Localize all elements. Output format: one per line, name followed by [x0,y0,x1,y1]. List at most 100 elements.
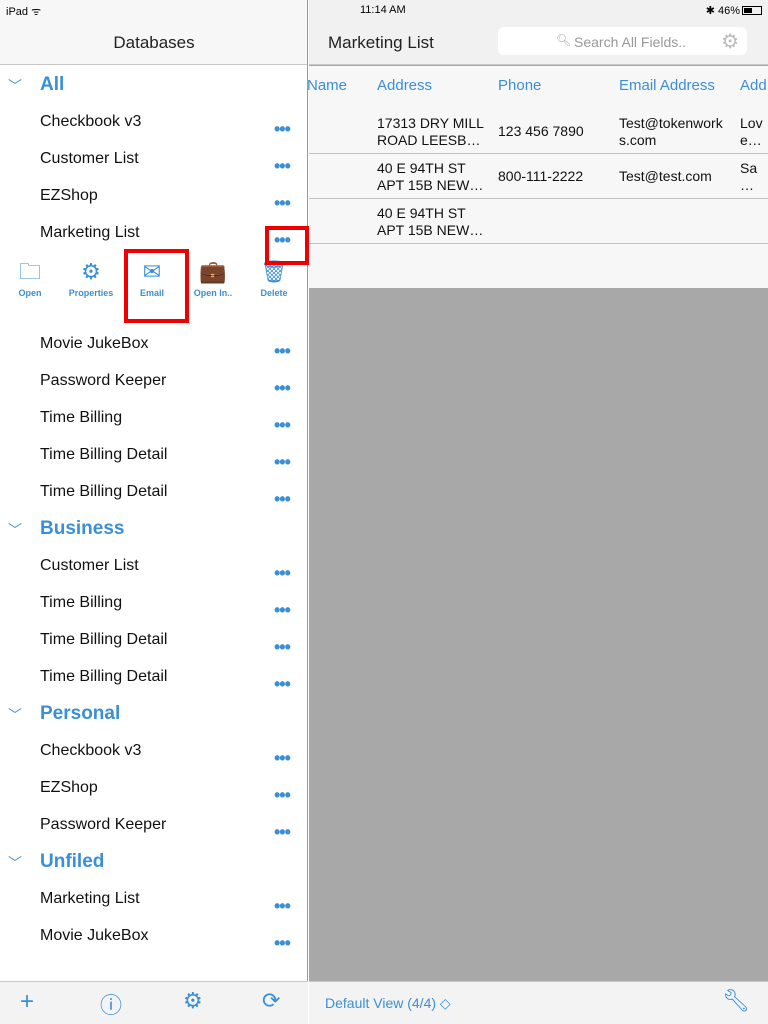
more-icon[interactable]: ••• [274,157,291,175]
list-item[interactable]: Password Keeper ••• [0,806,308,843]
more-icon[interactable]: ••• [274,379,291,397]
clock: 11:14 AM [360,4,406,16]
more-icon[interactable]: ••• [274,490,291,508]
open-button[interactable]: 🗀 Open [0,259,60,298]
records-panel: Marketing List 🔍︎ Search All Fields.. ⚙ … [307,0,768,1024]
table-row[interactable]: 40 E 94TH ST APT 15B NEW… 800-111-2222 Tes… [309,154,768,199]
list-item[interactable]: Checkbook v3 ••• [0,103,308,140]
item-label: Time Billing Detail [40,631,168,648]
list-item[interactable]: Customer List ••• [0,547,308,584]
section-header[interactable]: ﹀ Business [0,510,308,547]
table-cell: 123 456 7890 [498,123,584,139]
column-header-name[interactable]: Name [307,77,347,94]
item-label: Movie JukeBox [40,335,149,352]
more-icon[interactable]: ••• [274,342,291,360]
left-toolbar: + ⓘ ⚙ ⟳ [0,981,308,1024]
battery-icon [742,6,762,15]
action-label: Properties [68,288,114,298]
more-icon[interactable]: ••• [274,786,291,804]
list-item[interactable]: EZShop ••• [0,177,308,214]
table-cell: 40 E 94TH ST APT 15B NEW… [377,205,484,238]
item-label: EZShop [40,779,98,796]
more-icon[interactable]: ••• [274,564,291,582]
database-title: Marketing List [328,33,434,52]
list-item[interactable]: Time Billing ••• [0,584,308,621]
highlight-more [265,226,309,265]
item-label: Marketing List [40,890,140,907]
item-label: Movie JukeBox [40,927,149,944]
section-title: Business [40,518,125,539]
battery-status: ✱ 46% [706,4,762,17]
item-label: Time Billing [40,594,123,611]
item-label: Time Billing Detail [40,446,168,463]
more-icon[interactable]: ••• [274,823,291,841]
wrench-icon[interactable]: 🔧︎ [722,988,750,1014]
gear-icon[interactable]: ⚙ [183,988,203,1014]
list-item[interactable]: Marketing List ••• [0,880,308,917]
list-item[interactable]: Time Billing ••• [0,399,308,436]
more-icon[interactable]: ••• [274,675,291,693]
chevron-down-icon: ﹀ [8,78,22,94]
device-label: iPad ᯤ [6,6,42,18]
item-label: Customer List [40,557,139,574]
databases-panel: Databases ﹀ All Checkbook v3 ••• Customer Li… [0,0,308,1024]
list-item[interactable]: EZShop ••• [0,769,308,806]
database-list[interactable]: ﹀ All Checkbook v3 ••• Customer List ••• EZSho… [0,66,308,981]
item-label: Time Billing [40,409,123,426]
more-icon[interactable]: ••• [274,749,291,767]
more-icon[interactable]: ••• [274,194,291,212]
column-header-address[interactable]: Address [377,77,432,94]
more-icon[interactable]: ••• [274,934,291,952]
plus-icon[interactable]: + [20,988,34,1016]
list-item[interactable]: Time Billing Detail ••• [0,621,308,658]
highlight-email [124,249,189,323]
chevron-down-icon: ﹀ [8,855,22,871]
list-item[interactable]: Password Keeper ••• [0,362,308,399]
section-header[interactable]: ﹀ All [0,66,308,103]
more-icon[interactable]: ••• [274,120,291,138]
table-row[interactable]: 17313 DRY MILL ROAD LEESB… 123 456 7890 Te… [309,109,768,154]
section-header[interactable]: ﹀ Personal [0,695,308,732]
list-item[interactable]: Time Billing Detail ••• [0,658,308,695]
table-cell: Sa … [740,160,758,193]
section-title: Personal [40,703,121,724]
item-label: Time Billing Detail [40,483,168,500]
list-item[interactable]: Time Billing Detail ••• [0,436,308,473]
item-label: Customer List [40,150,139,167]
more-icon[interactable]: ••• [274,601,291,619]
properties-icon: ⚙ [81,259,101,284]
list-item[interactable]: Movie JukeBox ••• [0,917,308,954]
section-title: Unfiled [40,851,105,872]
item-label: Checkbook v3 [40,113,142,130]
sync-icon[interactable]: ⟳ [262,988,280,1014]
more-icon[interactable]: ••• [274,897,291,915]
chevron-down-icon: ﹀ [8,707,22,723]
chevron-down-icon: ﹀ [8,522,22,538]
list-item[interactable]: Time Billing Detail ••• [0,473,308,510]
section-header[interactable]: ﹀ Unfiled [0,843,308,880]
item-label: Time Billing Detail [40,668,168,685]
table-row[interactable]: 40 E 94TH ST APT 15B NEW… [309,199,768,244]
list-item[interactable]: Customer List ••• [0,140,308,177]
list-item[interactable]: Checkbook v3 ••• [0,732,308,769]
info-icon[interactable]: ⓘ [100,988,122,1020]
open-in-button[interactable]: 💼 Open In.. [183,259,243,298]
search-settings-icon[interactable]: ⚙ [721,29,739,54]
item-label: Password Keeper [40,816,167,833]
column-header-email[interactable]: Email Address [619,77,715,94]
more-icon[interactable]: ••• [274,453,291,471]
item-label: Checkbook v3 [40,742,142,759]
search-input[interactable]: 🔍︎ Search All Fields.. ⚙ [498,27,747,55]
list-item[interactable]: Movie JukeBox ••• [0,325,308,362]
more-icon[interactable]: ••• [274,638,291,656]
search-placeholder: Search All Fields.. [574,34,687,50]
column-header-phone[interactable]: Phone [498,77,541,94]
action-label: Delete [260,288,288,298]
action-label: Open In.. [193,288,233,298]
column-header-add[interactable]: Add [740,77,767,94]
list-item[interactable]: Marketing List ••• [0,214,308,251]
view-selector[interactable]: Default View (4/4) ◇ [325,995,451,1012]
right-toolbar: Default View (4/4) ◇ 🔧︎ [309,981,768,1024]
more-icon[interactable]: ••• [274,416,291,434]
properties-button[interactable]: ⚙ Properties [61,259,121,298]
